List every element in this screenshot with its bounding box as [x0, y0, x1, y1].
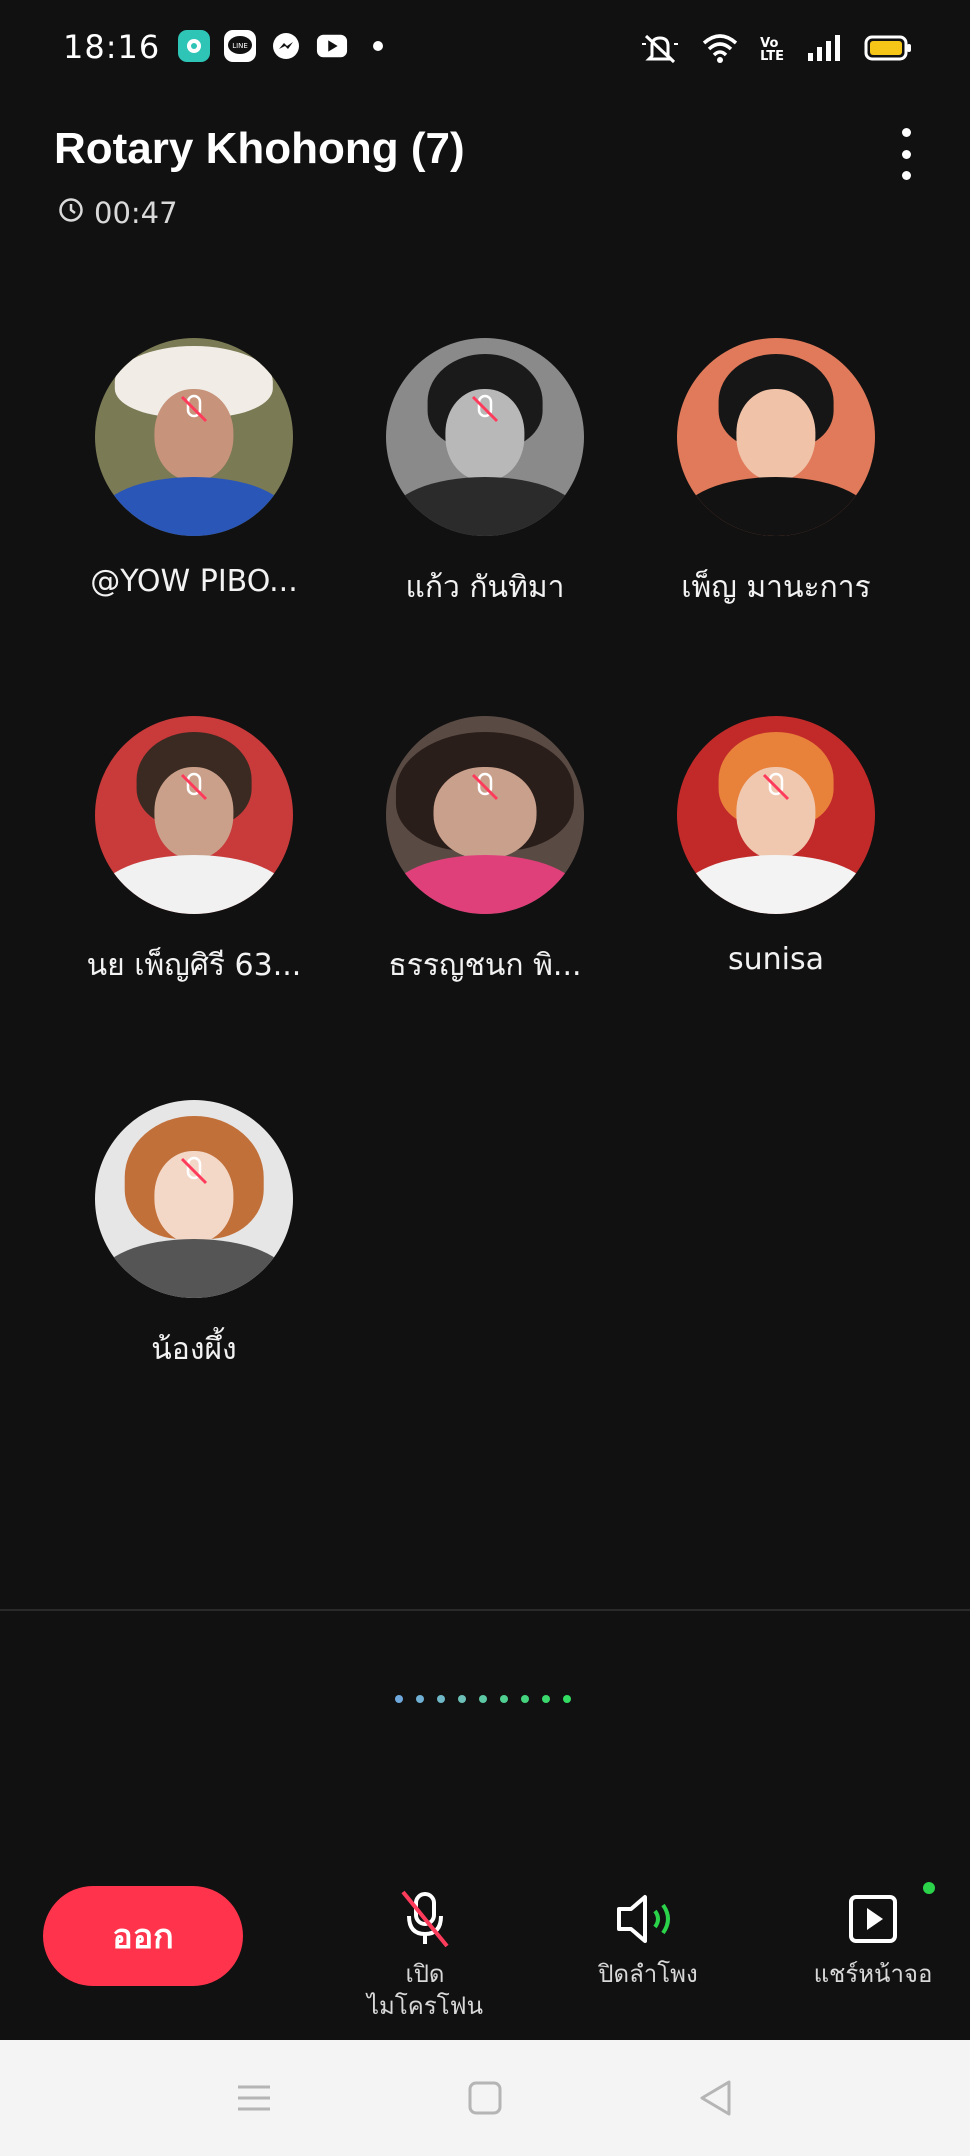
share-screen-button[interactable]: แชร์หน้าจอ: [773, 1882, 970, 1990]
controls-divider: [0, 1609, 970, 1611]
call-title: Rotary Khohong (7): [54, 124, 465, 173]
avatar: [677, 716, 875, 914]
share-screen-icon: [773, 1882, 970, 1950]
leave-call-button[interactable]: ออก: [43, 1886, 243, 1986]
avatar: [95, 338, 293, 536]
messenger-icon: [270, 30, 302, 62]
share-label: แชร์หน้าจอ: [813, 1960, 933, 1988]
participant-name: sunisa: [727, 942, 824, 977]
muted-mic-icon: [762, 773, 790, 801]
avatar: [95, 716, 293, 914]
more-dot: [901, 171, 911, 180]
participant-tile[interactable]: นย เพ็ญศิรี 63...: [64, 716, 324, 989]
wifi-icon: [702, 33, 738, 67]
avatar: [386, 716, 584, 914]
participant-tile[interactable]: แก้ว กันทิมา: [355, 338, 615, 611]
participant-name: นย เพ็ญศิรี 63...: [86, 948, 302, 983]
avatar: [677, 338, 875, 536]
participant-name: แก้ว กันทิมา: [405, 570, 565, 605]
clock-icon: [58, 196, 84, 230]
participant-tile[interactable]: น้องผึ้ง: [64, 1100, 324, 1373]
participant-name: @YOW PIBO...: [90, 564, 298, 599]
menu-icon[interactable]: [224, 2070, 284, 2126]
more-options-button[interactable]: [888, 124, 924, 184]
participant-tile[interactable]: sunisa: [646, 716, 906, 977]
notification-icons: LINE: [178, 30, 394, 62]
mic-label: เปิด ไมโครโฟน: [325, 1958, 525, 2022]
mic-label-line1: เปิด: [405, 1960, 445, 1988]
status-bar: 18:16 LINE Vo LTE: [0, 0, 970, 96]
call-timer: 00:47: [58, 196, 178, 230]
more-vertical-icon: [901, 128, 911, 137]
speaker-toggle-button[interactable]: ปิดลำโพง: [548, 1888, 748, 1990]
svg-text:LINE: LINE: [232, 42, 248, 50]
signal-icon: [806, 33, 842, 67]
muted-mic-icon: [471, 395, 499, 423]
muted-mic-icon: [180, 773, 208, 801]
participant-name: น้องผึ้ง: [151, 1332, 237, 1367]
system-nav-bar: [0, 2040, 970, 2156]
participant-name: เพ็ญ มานะการ: [681, 570, 871, 605]
share-indicator-dot: [923, 1882, 935, 1894]
muted-mic-icon: [180, 1157, 208, 1185]
muted-mic-icon: [180, 395, 208, 423]
voice-activity-indicator: [395, 1695, 571, 1703]
back-icon[interactable]: [685, 2070, 745, 2126]
call-duration: 00:47: [94, 196, 178, 230]
more-dot-icon: [362, 30, 394, 62]
participant-name: ธรรญชนก พิ...: [388, 948, 582, 983]
silent-bell-icon: [640, 30, 680, 70]
status-time: 18:16: [63, 28, 161, 66]
muted-mic-icon: [471, 773, 499, 801]
speaker-icon: [548, 1888, 748, 1950]
avatar: [95, 1100, 293, 1298]
participant-tile[interactable]: @YOW PIBO...: [64, 338, 324, 599]
mic-label-line2: ไมโครโฟน: [366, 1992, 483, 2020]
battery-icon: [864, 34, 912, 66]
youtube-icon: [316, 30, 348, 62]
volte-icon: Vo LTE: [760, 36, 784, 64]
avatar: [386, 338, 584, 536]
chat-bubble-icon: [178, 30, 210, 62]
system-icons: Vo LTE: [640, 30, 912, 70]
speaker-label: ปิดลำโพง: [598, 1960, 698, 1988]
line-icon: LINE: [224, 30, 256, 62]
more-dot: [901, 149, 911, 159]
microphone-toggle-button[interactable]: เปิด ไมโครโฟน: [325, 1888, 525, 2022]
participant-tile[interactable]: เพ็ญ มานะการ: [646, 338, 906, 611]
mic-muted-icon: [325, 1888, 525, 1950]
home-icon[interactable]: [455, 2070, 515, 2126]
participant-tile[interactable]: ธรรญชนก พิ...: [355, 716, 615, 989]
